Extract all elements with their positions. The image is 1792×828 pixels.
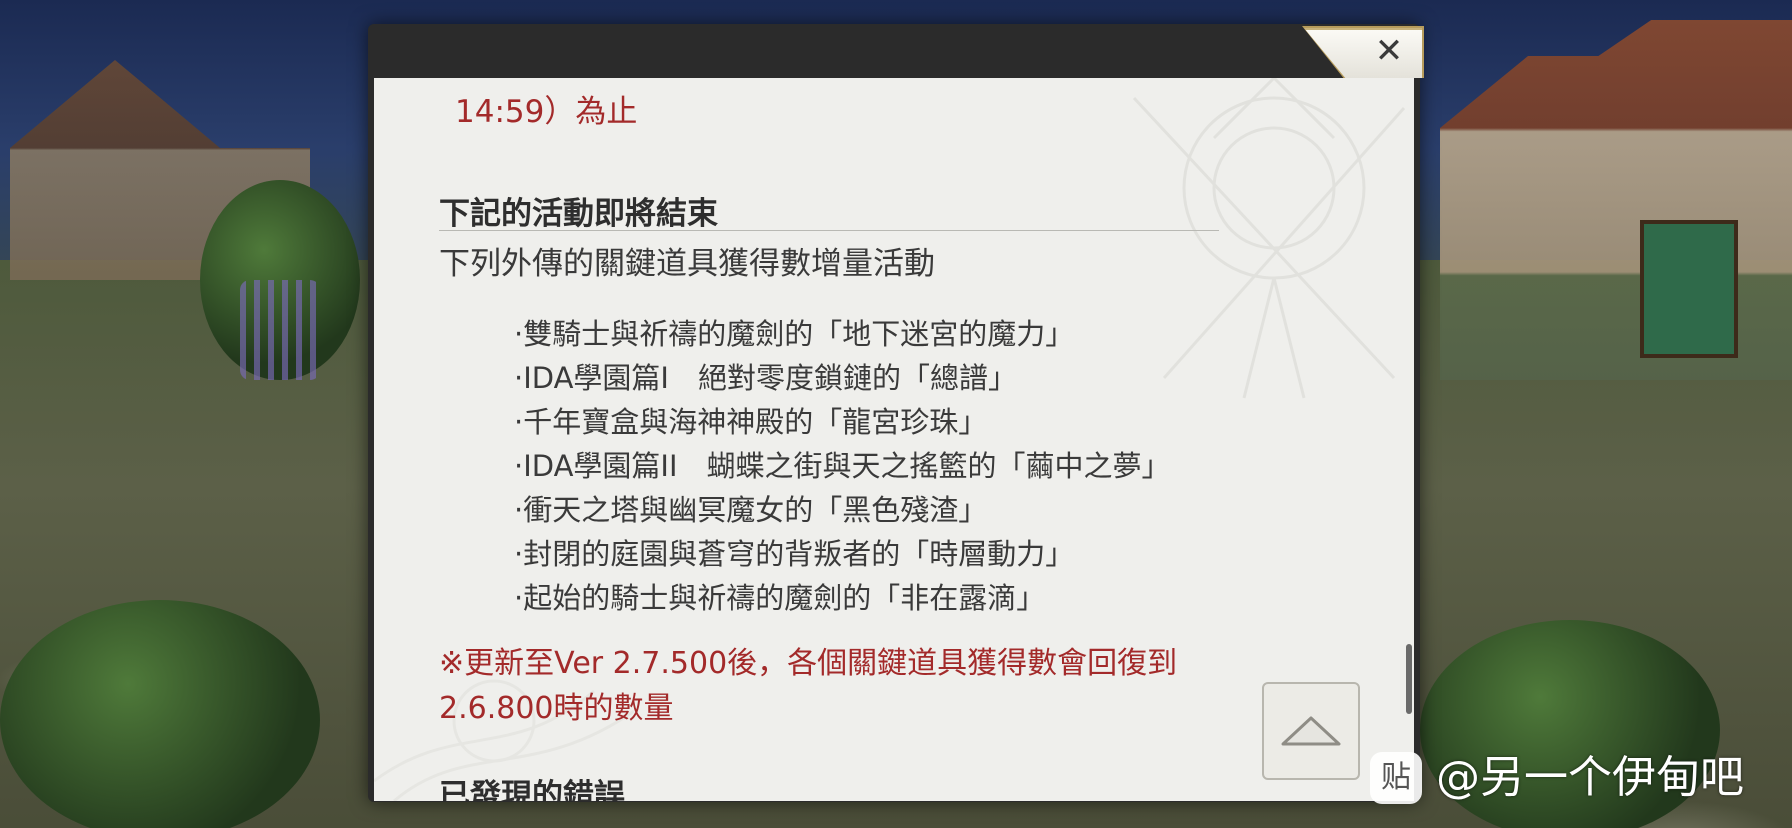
scroll-to-top-button[interactable] [1262,682,1360,780]
known-bugs-heading: 已發現的錯誤 [439,778,625,801]
update-notice: ※更新至Ver 2.7.500後，各個關鍵道具獲得數會回復到 2.6.800時的… [439,641,1177,731]
event-list: ·雙騎士與祈禱的魔劍的「地下迷宮的魔力」 ·IDA學園篇I 絕對零度鎖鏈的「總譜… [514,312,1171,620]
update-notice-line1: ※更新至Ver 2.7.500後，各個關鍵道具獲得數會回復到 [439,646,1178,681]
list-item: ·起始的騎士與祈禱的魔劍的「非在露滴」 [514,581,1046,615]
bush [0,600,320,828]
list-item: ·千年寶盒與海神神殿的「龍宮珍珠」 [514,405,988,439]
lavender-flowers [240,280,320,380]
watermark-handle: @另一个伊甸吧 [1436,752,1744,803]
section-subtitle: 下列外傳的關鍵道具獲得數增量活動 [439,246,935,282]
list-item: ·雙騎士與祈禱的魔劍的「地下迷宮的魔力」 [514,317,1075,351]
list-item: ·IDA學園篇II 蝴蝶之街與天之搖籃的「繭中之夢」 [514,449,1171,483]
event-end-time-fragment: 14:59）為止 [455,94,638,130]
update-notice-line2: 2.6.800時的數量 [439,691,674,726]
list-item: ·IDA學園篇I 絕對零度鎖鏈的「總譜」 [514,361,1017,395]
list-item: ·衝天之塔與幽冥魔女的「黑色殘渣」 [514,493,988,527]
heading-divider [439,230,1219,231]
announcement-content[interactable]: 14:59）為止 下記的活動即將結束 下列外傳的關鍵道具獲得數增量活動 ·雙騎士… [374,78,1414,801]
section-heading: 下記的活動即將結束 [439,196,718,232]
close-icon[interactable]: ✕ [1369,30,1409,72]
list-item: ·封閉的庭園與蒼穹的背叛者的「時層動力」 [514,537,1075,571]
chevron-up-icon [1281,716,1341,746]
scrollbar-thumb[interactable] [1406,644,1412,714]
tieba-logo-icon: 贴 [1370,752,1422,804]
announcement-dialog: ✕ 14:59）為止 下記的活動即將結束 下列外傳的關鍵道具獲得數增量活動 ·雙… [368,24,1424,802]
green-door [1640,220,1738,358]
